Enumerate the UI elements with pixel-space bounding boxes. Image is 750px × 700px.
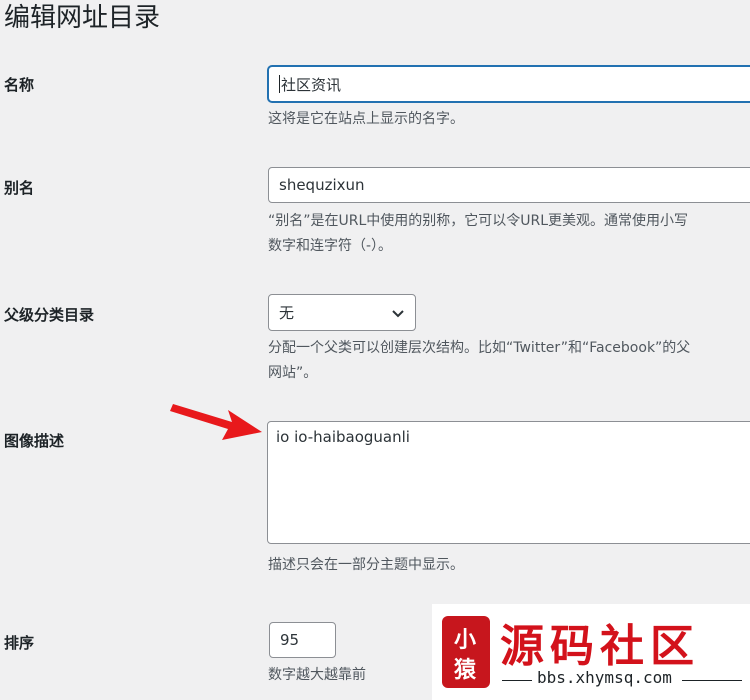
slug-input-value: shequzixun — [279, 176, 365, 194]
name-input[interactable]: 社区资讯 — [268, 66, 750, 102]
image-desc-value: io io-haibaoguanli — [276, 428, 410, 446]
text-cursor — [279, 75, 280, 93]
name-input-value: 社区资讯 — [281, 75, 342, 94]
slug-description-line1: “别名”是在URL中使用的别称，它可以令URL更美观。通常使用小写 — [268, 213, 689, 229]
watermark-divider-right — [682, 680, 742, 681]
slug-input[interactable]: shequzixun — [268, 167, 750, 203]
order-description: 数字越大越靠前 — [268, 667, 366, 683]
watermark-url: bbs.xhymsq.com — [537, 668, 672, 687]
slug-label: 别名 — [4, 179, 35, 197]
name-description: 这将是它在站点上显示的名字。 — [268, 111, 464, 127]
parent-select-value: 无 — [279, 304, 295, 322]
watermark-seal-char2: 猿 — [454, 658, 477, 683]
order-label: 排序 — [4, 634, 35, 652]
chevron-down-icon — [392, 310, 404, 318]
watermark-title: 源码社区 — [500, 621, 700, 672]
parent-select[interactable]: 无 — [268, 294, 416, 331]
watermark-divider-left — [502, 680, 532, 681]
image-desc-label: 图像描述 — [4, 432, 65, 450]
arrow-icon — [170, 404, 262, 440]
parent-label: 父级分类目录 — [4, 306, 95, 324]
order-input[interactable]: 95 — [269, 622, 336, 658]
image-desc-textarea[interactable]: io io-haibaoguanli — [267, 421, 750, 544]
page-title: 编辑网址目录 — [4, 3, 161, 33]
watermark-logo: 小 猿 源码社区 bbs.xhymsq.com — [432, 604, 750, 700]
slug-description-line2: 数字和连字符（-）。 — [268, 238, 393, 254]
order-input-value: 95 — [280, 631, 300, 649]
image-desc-description: 描述只会在一部分主题中显示。 — [268, 557, 464, 573]
name-label: 名称 — [4, 76, 35, 94]
watermark-seal: 小 猿 — [442, 616, 490, 688]
parent-description-line1: 分配一个父类可以创建层次结构。比如“Twitter”和“Facebook”的父 — [268, 340, 691, 356]
parent-description-line2: 网站”。 — [268, 365, 318, 381]
watermark-seal-char1: 小 — [454, 628, 477, 653]
